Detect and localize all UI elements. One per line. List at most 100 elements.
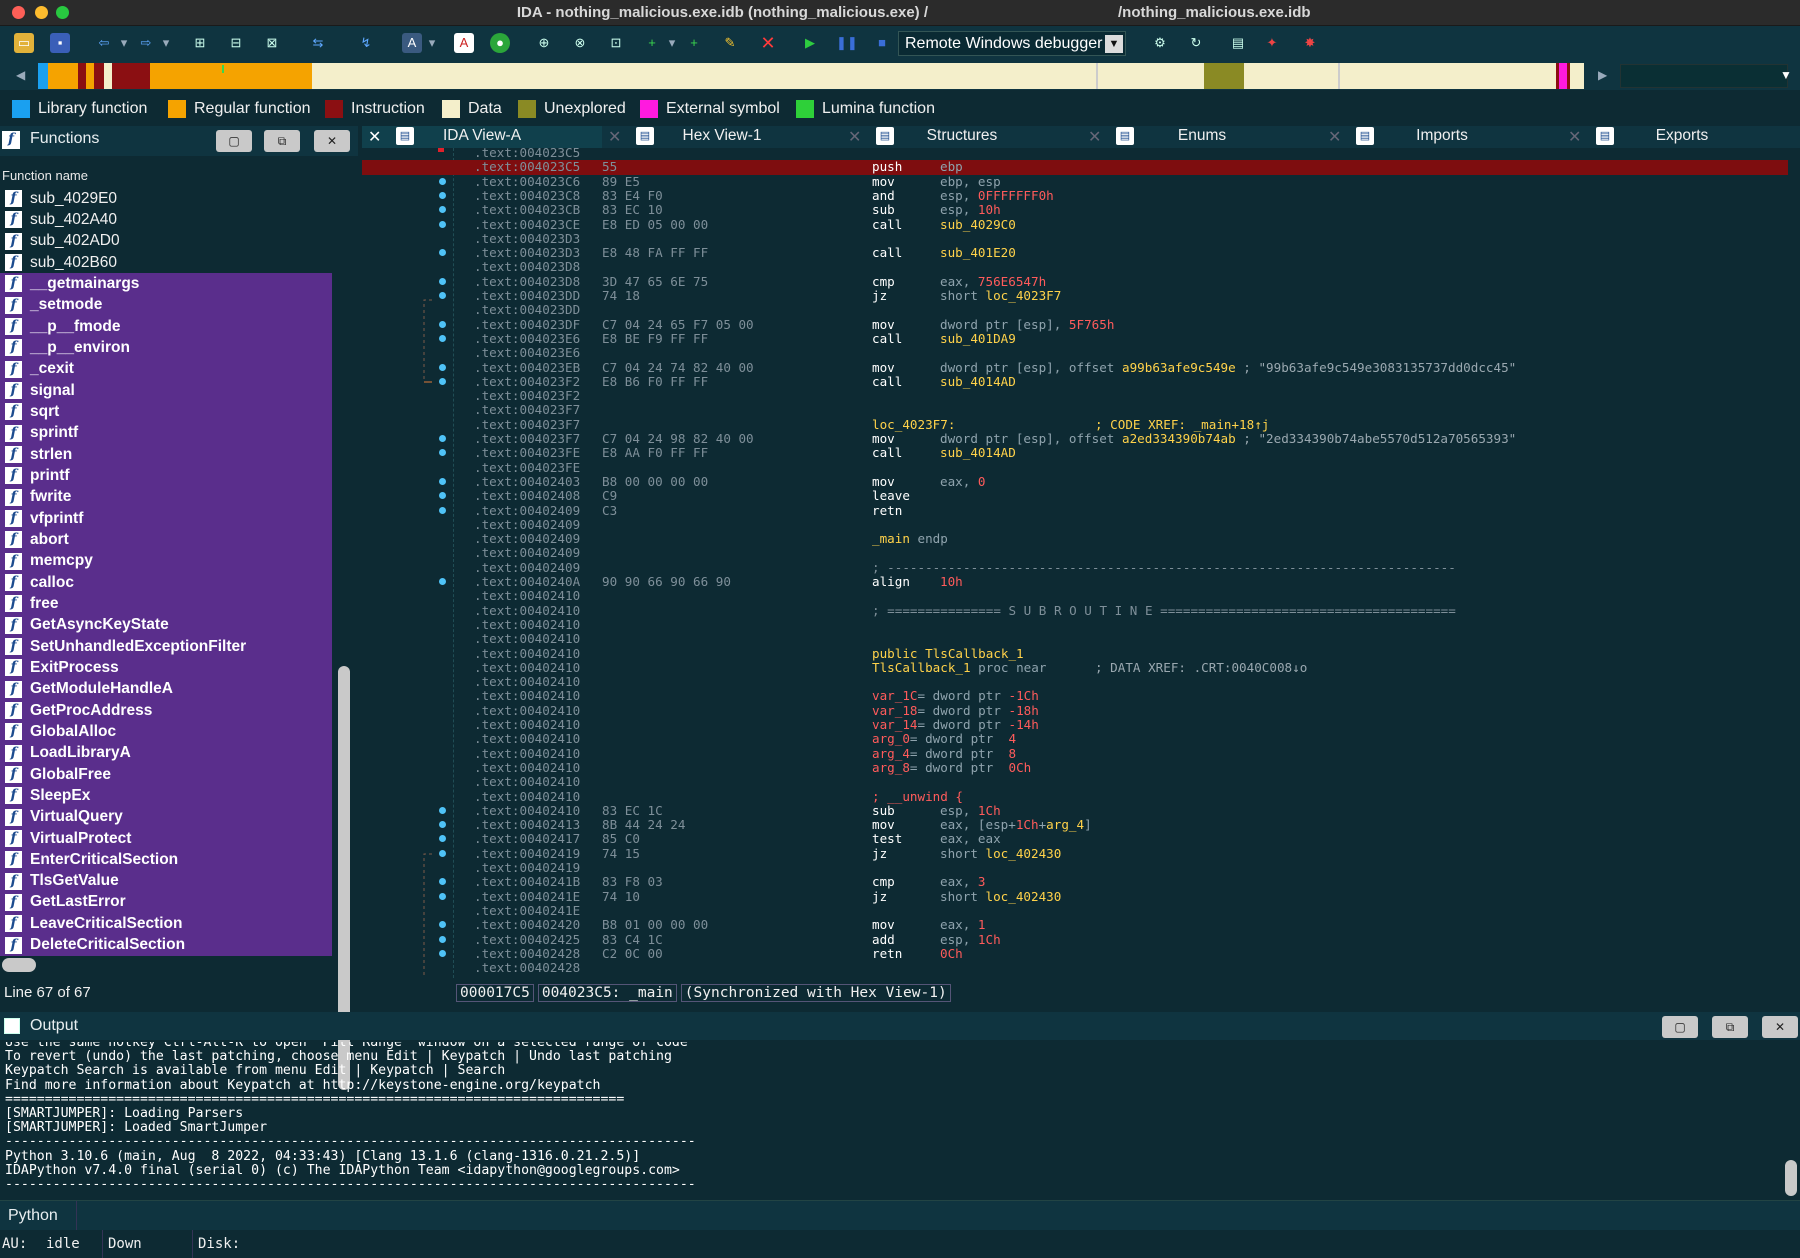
nav-dropdown-icon[interactable]: ▼ (1780, 68, 1792, 82)
function-list-item[interactable]: f LoadLibraryA (0, 742, 332, 764)
function-list-item[interactable]: f printf (0, 465, 332, 487)
output-scrollbar[interactable] (1785, 1160, 1797, 1196)
disasm-line[interactable]: .text:00402403 B8 00 00 00 00 mov eax, 0 (474, 474, 1774, 489)
breakpoint-dot[interactable] (439, 177, 446, 185)
function-list-item[interactable]: f GlobalAlloc (0, 721, 332, 743)
nav-right-arrow-icon[interactable]: ▶ (1598, 68, 1607, 82)
function-list-item[interactable]: f VirtualQuery (0, 806, 332, 828)
output-float-button[interactable]: ⧉ (1712, 1016, 1748, 1038)
function-list-item[interactable]: f TlsGetValue (0, 870, 332, 892)
disasm-line[interactable]: .text:00402410 ; =============== S U B R … (474, 603, 1774, 618)
function-list-item[interactable]: f signal (0, 379, 332, 402)
disasm-line[interactable]: .text:004023CB 83 EC 10 sub esp, 10h (474, 202, 1774, 217)
save-icon[interactable]: ▪ (50, 33, 70, 53)
python-input-label[interactable]: Python (8, 1207, 58, 1225)
function-list-item[interactable]: f SetUnhandledExceptionFilter (0, 635, 332, 658)
jump-icon[interactable]: ⊞ (190, 33, 210, 53)
breakpoint-dot[interactable] (439, 377, 446, 385)
forward-arrow-icon[interactable]: ⇨ (136, 33, 156, 53)
breakpoint-dot[interactable] (439, 320, 446, 328)
disasm-line[interactable]: .text:00402410 (474, 588, 1774, 603)
edit-function-icon[interactable]: ⊗ (570, 33, 590, 53)
create-function-icon[interactable]: ⊕ (534, 33, 554, 53)
function-list-item[interactable]: f _setmode (0, 294, 332, 316)
disasm-line[interactable]: .text:00402413 8B 44 24 24 mov eax, [esp+1C… (474, 817, 1774, 832)
disasm-line[interactable]: .text:00402428 (474, 960, 1774, 975)
breakpoint-dot[interactable] (439, 477, 446, 485)
breakpoint-dot[interactable] (439, 935, 446, 943)
disasm-line[interactable]: .text:00402410 (474, 674, 1774, 689)
edit-pencil-icon[interactable]: ✎ (720, 33, 740, 53)
tab-enums[interactable]: ✕ ▤ Enums (1082, 126, 1322, 148)
disasm-line[interactable]: .text:0040241E (474, 903, 1774, 918)
function-list-item[interactable]: f sub_4029E0 (0, 188, 332, 209)
breakpoint-dot[interactable] (439, 277, 446, 285)
function-list-item[interactable]: f LeaveCriticalSection (0, 913, 332, 935)
cross-reference-comment[interactable]: ; DATA XREF: .CRT:0040C008↓o (1095, 660, 1307, 675)
output-log[interactable]: Use the same hotkey Ctrl-Alt-K to open '… (0, 1042, 1784, 1194)
cross-reference-icon[interactable]: ⇆ (308, 33, 328, 53)
disasm-line[interactable]: .text:004023DD (474, 302, 1774, 317)
function-list-item[interactable]: f EnterCriticalSection (0, 849, 332, 871)
graph-view-icon[interactable]: ↯ (356, 33, 376, 53)
breakpoint-dot[interactable] (439, 892, 446, 900)
disasm-line[interactable]: .text:00402410 (474, 617, 1774, 632)
disasm-line[interactable]: .text:004023C8 83 E4 F0 and esp, 0FFFFFFF0h (474, 188, 1774, 203)
breakpoint-dot[interactable] (439, 191, 446, 199)
disasm-line[interactable]: .text:004023C5 (474, 148, 1774, 160)
python-command-bar[interactable]: Python (0, 1200, 1800, 1231)
disasm-line[interactable]: .text:004023F7 loc_4023F7: ; CODE XREF: _m… (474, 417, 1774, 432)
disasm-line[interactable]: .text:0040241E 74 10 jz short loc_402430 (474, 889, 1774, 904)
function-list-item[interactable]: f __getmainargs (0, 273, 332, 295)
function-name-column-header[interactable]: Function name (2, 168, 88, 183)
disasm-line[interactable]: .text:00402410 TlsCallback_1 proc near ; D… (474, 660, 1774, 675)
back-dropdown-icon[interactable]: ▾ (114, 33, 134, 53)
attach-process-icon[interactable]: ↻ (1186, 33, 1206, 53)
jump-address-icon[interactable]: ⊟ (226, 33, 246, 53)
text-font-icon[interactable]: A (402, 33, 422, 53)
debugger-select[interactable]: Remote Windows debugger ▼ (898, 31, 1126, 56)
breakpoint-dot[interactable] (439, 949, 446, 957)
function-list-item[interactable]: f sub_402AD0 (0, 231, 332, 252)
function-list-hscroll[interactable] (2, 958, 36, 972)
function-list-item[interactable]: f fwrite (0, 486, 332, 508)
breakpoint-dot[interactable] (439, 849, 446, 857)
open-folder-icon[interactable]: ▭ (14, 33, 34, 53)
function-list-item[interactable]: f memcpy (0, 550, 332, 572)
function-list-item[interactable]: f sub_402A40 (0, 209, 332, 230)
nav-overview[interactable] (1620, 64, 1788, 88)
panel-close-button[interactable]: ✕ (314, 130, 350, 152)
disasm-line[interactable]: .text:004023D8 3D 47 65 6E 75 cmp eax, 756E… (474, 274, 1774, 289)
disasm-line[interactable]: .text:004023F2 E8 B6 F0 FF FF call sub_4014… (474, 374, 1774, 389)
tab-ida-view-a[interactable]: ✕ ▤ IDA View-A (362, 126, 602, 148)
stop-process-icon[interactable]: ■ (872, 33, 892, 53)
struct-icon[interactable]: ⊡ (606, 33, 626, 53)
disasm-line[interactable]: .text:00402410 public TlsCallback_1 (474, 646, 1774, 661)
function-list-item[interactable]: f sprintf (0, 422, 332, 444)
disasm-line[interactable]: .text:00402417 85 C0 test eax, eax (474, 832, 1774, 847)
disasm-line[interactable]: .text:00402409 (474, 546, 1774, 561)
disasm-line[interactable]: .text:00402409 ; ------------------------… (474, 560, 1774, 575)
output-close-button[interactable]: ✕ (1762, 1016, 1798, 1038)
disasm-line[interactable]: .text:00402410 var_14= dword ptr -14h (474, 717, 1774, 732)
disasm-line[interactable]: .text:00402410 83 EC 1C sub esp, 1Ch (474, 803, 1774, 818)
text-dropdown-icon[interactable]: ▾ (422, 33, 442, 53)
function-list-item[interactable]: f vfprintf (0, 507, 332, 530)
lumina-icon[interactable]: ✸ (1300, 33, 1320, 53)
function-list-item[interactable]: f GetModuleHandleA (0, 678, 332, 700)
breakpoint-dot[interactable] (439, 292, 446, 299)
function-list-item[interactable]: f _cexit (0, 358, 332, 380)
breakpoint-dot[interactable] (439, 334, 446, 342)
disasm-line[interactable]: .text:00402420 B8 01 00 00 00 mov eax, 1 (474, 917, 1774, 932)
breakpoint-dot[interactable] (439, 220, 446, 228)
breakpoint-dot[interactable] (439, 435, 446, 442)
start-process-icon[interactable]: ▶ (800, 33, 820, 53)
function-list-item[interactable]: f calloc (0, 571, 332, 594)
function-list-item[interactable]: f __p__fmode (0, 315, 332, 338)
globe-icon[interactable]: ● (490, 33, 510, 53)
function-list-item[interactable]: f GetLastError (0, 891, 332, 914)
disasm-line[interactable]: .text:00402428 C2 0C 00 retn 0Ch (474, 946, 1774, 961)
breakpoint-dot[interactable] (439, 578, 446, 585)
disassembly-view[interactable]: .text:004023C5 .text:004023C5 55 push ebp .te… (362, 148, 1788, 978)
delete-icon[interactable]: ✕ (758, 33, 778, 53)
